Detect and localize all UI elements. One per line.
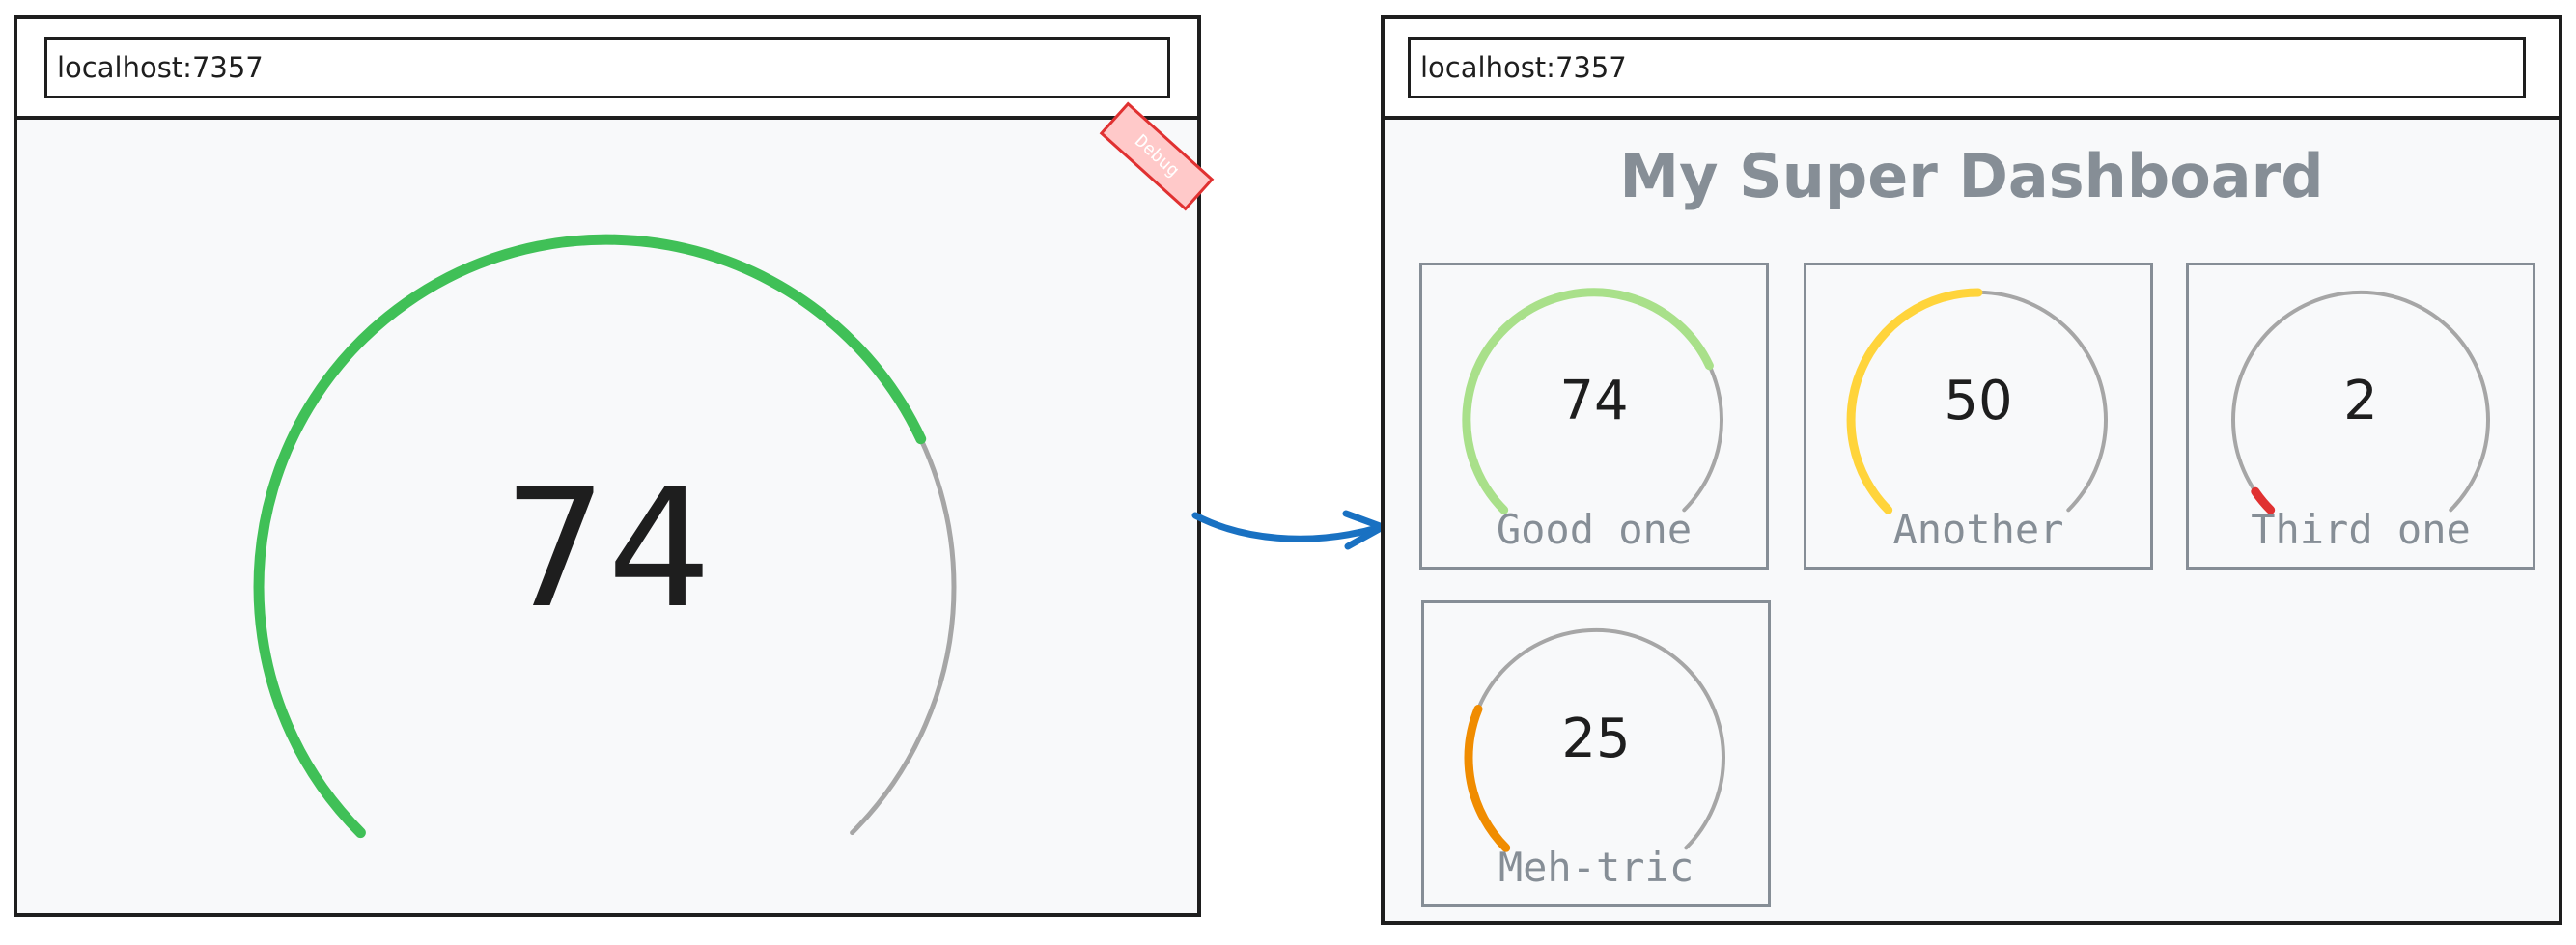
gauge-value: 25 [1561,708,1631,770]
browser-window-dashboard: localhost:7357 My Super Dashboard 74 Goo… [1381,15,2562,925]
gauge-label: Third one [2251,506,2471,553]
dashboard-title: My Super Dashboard [1619,141,2324,211]
gauge-label: Good one [1496,506,1693,553]
gauge-value: 2 [2343,370,2378,432]
browser-window-single-gauge: localhost:7357 74 [14,15,1201,917]
browser-titlebar: localhost:7357 [17,19,1197,120]
gauge-card[interactable]: 50 Another [1804,263,2153,570]
gauge-value: 74 [502,454,713,645]
gauge-card[interactable]: 25 Meh-tric [1421,600,1771,907]
arrow-connector [1191,510,1386,550]
gauge-card[interactable]: 74 Good one [1419,263,1769,570]
gauge-card[interactable]: 2 Third one [2186,263,2535,570]
page-viewport: My Super Dashboard 74 Good one 50 Anothe… [1385,120,2559,921]
gauge-value: 74 [1559,370,1629,432]
url-bar[interactable]: localhost:7357 [44,37,1170,98]
gauge-label: Another [1892,506,2064,553]
gauge-value: 50 [1944,370,2013,432]
browser-titlebar: localhost:7357 [1385,19,2559,120]
page-viewport: 74 [17,120,1197,913]
gauge-label: Meh-tric [1498,844,1694,891]
url-bar[interactable]: localhost:7357 [1408,37,2526,98]
